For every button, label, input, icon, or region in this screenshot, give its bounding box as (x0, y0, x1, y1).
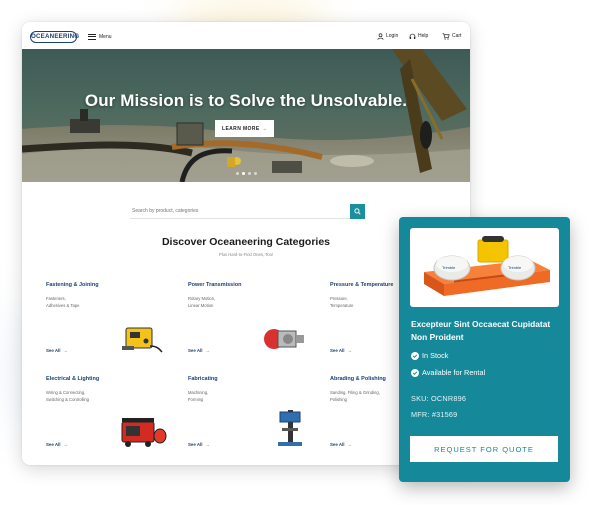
arrow-right-icon: → (205, 348, 210, 353)
category-title[interactable]: Fabricating (188, 376, 218, 382)
see-all-link[interactable]: See All → (188, 348, 210, 353)
carousel-dot[interactable] (236, 172, 239, 175)
category-card[interactable]: Power Transmission Rotary Motion, Linear… (188, 282, 318, 366)
category-description: Fasteners, Adhesives & Tape (46, 296, 80, 308)
rental-status: Available for Rental (411, 368, 485, 377)
user-icon (377, 32, 384, 40)
carousel-dot[interactable] (254, 172, 257, 175)
category-title[interactable]: Fastening & Joining (46, 282, 99, 288)
rental-label: Available for Rental (422, 368, 486, 377)
arrow-right-icon: → (63, 442, 68, 447)
category-card[interactable]: Fastening & Joining Fasteners, Adhesives… (46, 282, 176, 366)
category-description: Pressure, Temperature (330, 296, 354, 308)
menu-button[interactable]: Menu (88, 32, 112, 42)
product-sku: SKU: OCNR896 (411, 394, 467, 403)
request-quote-button[interactable]: REQUEST FOR QUOTE (410, 436, 558, 462)
category-description: Sanding, Filing & Grinding, Polishing (330, 390, 380, 402)
category-title[interactable]: Abrading & Polishing (330, 376, 386, 382)
marketing-composite: OCEANEERING Menu Login Help Cart Our Mis… (0, 0, 592, 505)
product-image[interactable]: Trimble Trimble (410, 228, 559, 307)
category-card[interactable]: Fabricating Machining, Forming See All → (188, 376, 318, 460)
cart-link[interactable]: Cart (442, 31, 461, 41)
category-description: Wiring & Connecting, Switching & Control… (46, 390, 90, 402)
arrow-right-icon: → (347, 442, 352, 447)
category-description: Machining, Forming (188, 390, 209, 402)
see-all-link[interactable]: See All → (330, 442, 352, 447)
category-description: Rotary Motion, Linear Motion (188, 296, 216, 308)
cart-icon (442, 32, 450, 40)
subsea-scene-image (22, 49, 470, 182)
category-card[interactable]: Electrical & Lighting Wiring & Connectin… (46, 376, 176, 460)
login-link[interactable]: Login (377, 31, 398, 41)
learn-more-button[interactable]: LEARN MORE → (215, 120, 274, 137)
drill-press-icon (278, 410, 302, 446)
menu-label: Menu (99, 34, 112, 40)
cart-label: Cart (452, 33, 462, 39)
help-label: Help (418, 33, 429, 39)
carousel-dots (236, 172, 257, 175)
in-stock-label: In Stock (422, 351, 449, 360)
see-all-link[interactable]: See All → (330, 348, 352, 353)
oceaneering-logo[interactable]: OCEANEERING (30, 31, 79, 43)
arrow-right-icon: → (63, 348, 68, 353)
product-card: Trimble Trimble Excepteur Sint Occaecat … (399, 217, 570, 482)
product-mfr: MFR: #31569 (411, 410, 458, 419)
search-bar (130, 204, 365, 219)
check-circle-icon (411, 368, 419, 377)
carousel-dot-active[interactable] (242, 172, 245, 175)
product-image-brand: Trimble (442, 265, 456, 270)
arrow-right-icon: → (347, 348, 352, 353)
see-all-link[interactable]: See All → (46, 348, 68, 353)
product-title[interactable]: Excepteur Sint Occaecat Cupidatat Non Pr… (411, 318, 563, 344)
search-icon (354, 208, 361, 215)
product-image-brand: Trimble (508, 265, 522, 270)
see-all-link[interactable]: See All → (188, 442, 210, 447)
login-label: Login (386, 33, 399, 39)
search-button[interactable] (350, 204, 365, 219)
welder-icon (122, 327, 163, 353)
carousel-dot[interactable] (248, 172, 251, 175)
search-input[interactable] (130, 204, 350, 219)
category-title[interactable]: Power Transmission (188, 282, 242, 288)
gnss-receiver-kit-icon: Trimble Trimble (424, 236, 550, 296)
help-link[interactable]: Help (409, 31, 428, 41)
category-title[interactable]: Pressure & Temperature (330, 282, 393, 288)
in-stock-status: In Stock (411, 351, 448, 360)
arrow-right-icon: → (261, 125, 268, 132)
hamburger-icon (88, 34, 96, 40)
category-title[interactable]: Electrical & Lighting (46, 376, 99, 382)
generator-icon (121, 418, 167, 447)
pump-icon (264, 329, 304, 349)
hero-banner: Our Mission is to Solve the Unsolvable. … (22, 49, 470, 182)
check-circle-icon (411, 351, 419, 360)
see-all-link[interactable]: See All → (46, 442, 68, 447)
arrow-right-icon: → (205, 442, 210, 447)
headset-icon (409, 33, 416, 39)
site-header: OCEANEERING Menu Login Help Cart (22, 22, 470, 49)
hero-title: Our Mission is to Solve the Unsolvable. (84, 91, 408, 110)
learn-more-label: LEARN MORE (221, 125, 260, 132)
